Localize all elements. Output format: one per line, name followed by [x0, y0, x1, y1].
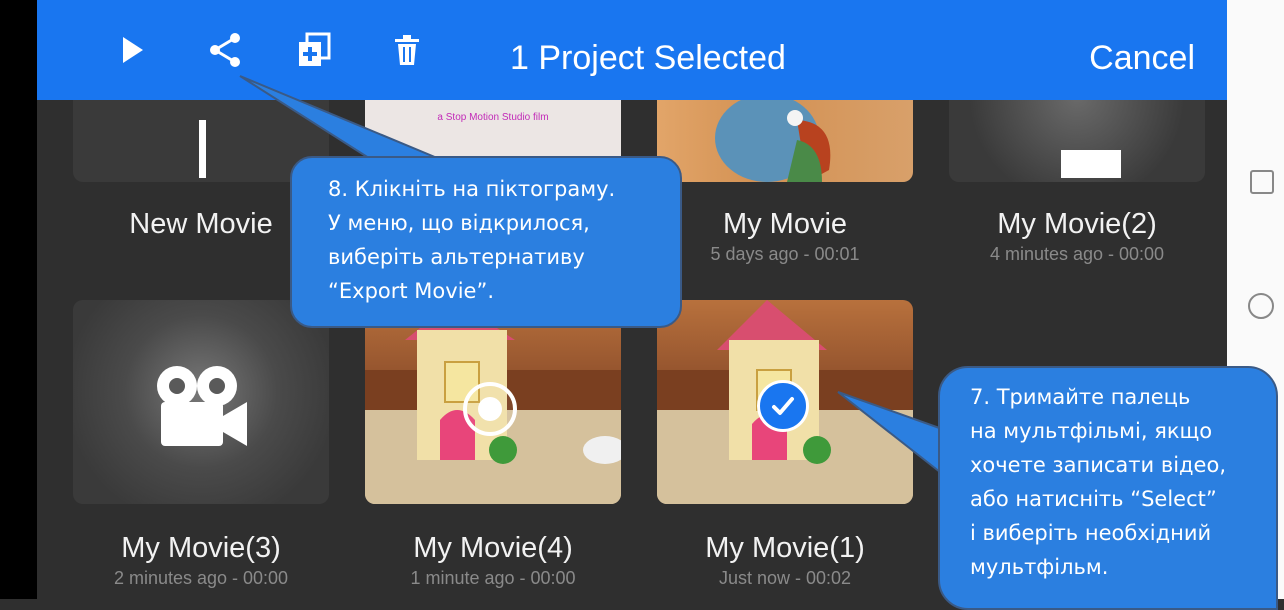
callout-line: 8. Клікніть на піктограму.	[328, 177, 616, 201]
project-name: My Movie(1)	[705, 532, 865, 564]
callout-select-instruction: 7. Тримайте палець на мультфільмі, якщо …	[938, 366, 1278, 610]
callout-line: 7. Тримайте палець	[970, 385, 1191, 409]
project-meta: 2 minutes ago - 00:00	[113, 568, 289, 588]
project-meta: 1 minute ago - 00:00	[410, 568, 576, 588]
recent-apps-icon[interactable]	[1250, 170, 1274, 194]
callout-line: мультфільм.	[970, 555, 1109, 579]
play-icon[interactable]	[113, 30, 153, 70]
toolbar-title: 1 Project Selected	[510, 39, 786, 77]
project-name: My Movie(3)	[121, 532, 281, 564]
project-meta: 5 days ago - 00:01	[710, 244, 860, 264]
left-edge-bar	[0, 0, 37, 599]
selected-check-icon[interactable]	[757, 380, 809, 432]
share-icon[interactable]	[205, 30, 245, 70]
project-tile-my-movie-1[interactable]	[657, 300, 913, 504]
project-name: My Movie(4)	[413, 532, 573, 564]
callout-line: на мультфільмі, якщо	[970, 419, 1213, 443]
selection-toolbar: 1 Project Selected Cancel	[37, 0, 1227, 100]
callout-line: У меню, що відкрилося,	[328, 211, 590, 235]
home-icon[interactable]	[1248, 293, 1274, 319]
callout-line: хочете записати відео,	[970, 453, 1226, 477]
callout-line: або натисніть “Select”	[970, 487, 1217, 511]
camera-icon-top	[1061, 150, 1121, 178]
callout-line: і виберіть необхідний	[970, 521, 1212, 545]
callout-share-instruction: 8. Клікніть на піктограму. У меню, що ві…	[290, 156, 682, 328]
project-meta: 4 minutes ago - 00:00	[989, 244, 1165, 264]
callout-line: виберіть альтернативу	[328, 245, 585, 269]
project-name: My Movie	[722, 208, 848, 240]
project-tile-my-movie-4[interactable]	[365, 300, 621, 504]
thumb-caption: a Stop Motion Studio film	[437, 112, 549, 123]
duplicate-icon[interactable]	[294, 30, 334, 70]
trash-icon[interactable]	[387, 30, 427, 70]
new-movie-plus-icon	[199, 120, 206, 178]
movie-camera-icon	[157, 366, 247, 446]
callout-line: “Export Movie”.	[328, 279, 495, 303]
select-radio-unchecked[interactable]	[463, 382, 517, 436]
cancel-button[interactable]: Cancel	[1089, 38, 1195, 78]
project-tile-my-movie-3[interactable]	[73, 300, 329, 504]
project-meta: Just now - 00:02	[718, 568, 852, 588]
project-name: My Movie(2)	[997, 208, 1157, 240]
